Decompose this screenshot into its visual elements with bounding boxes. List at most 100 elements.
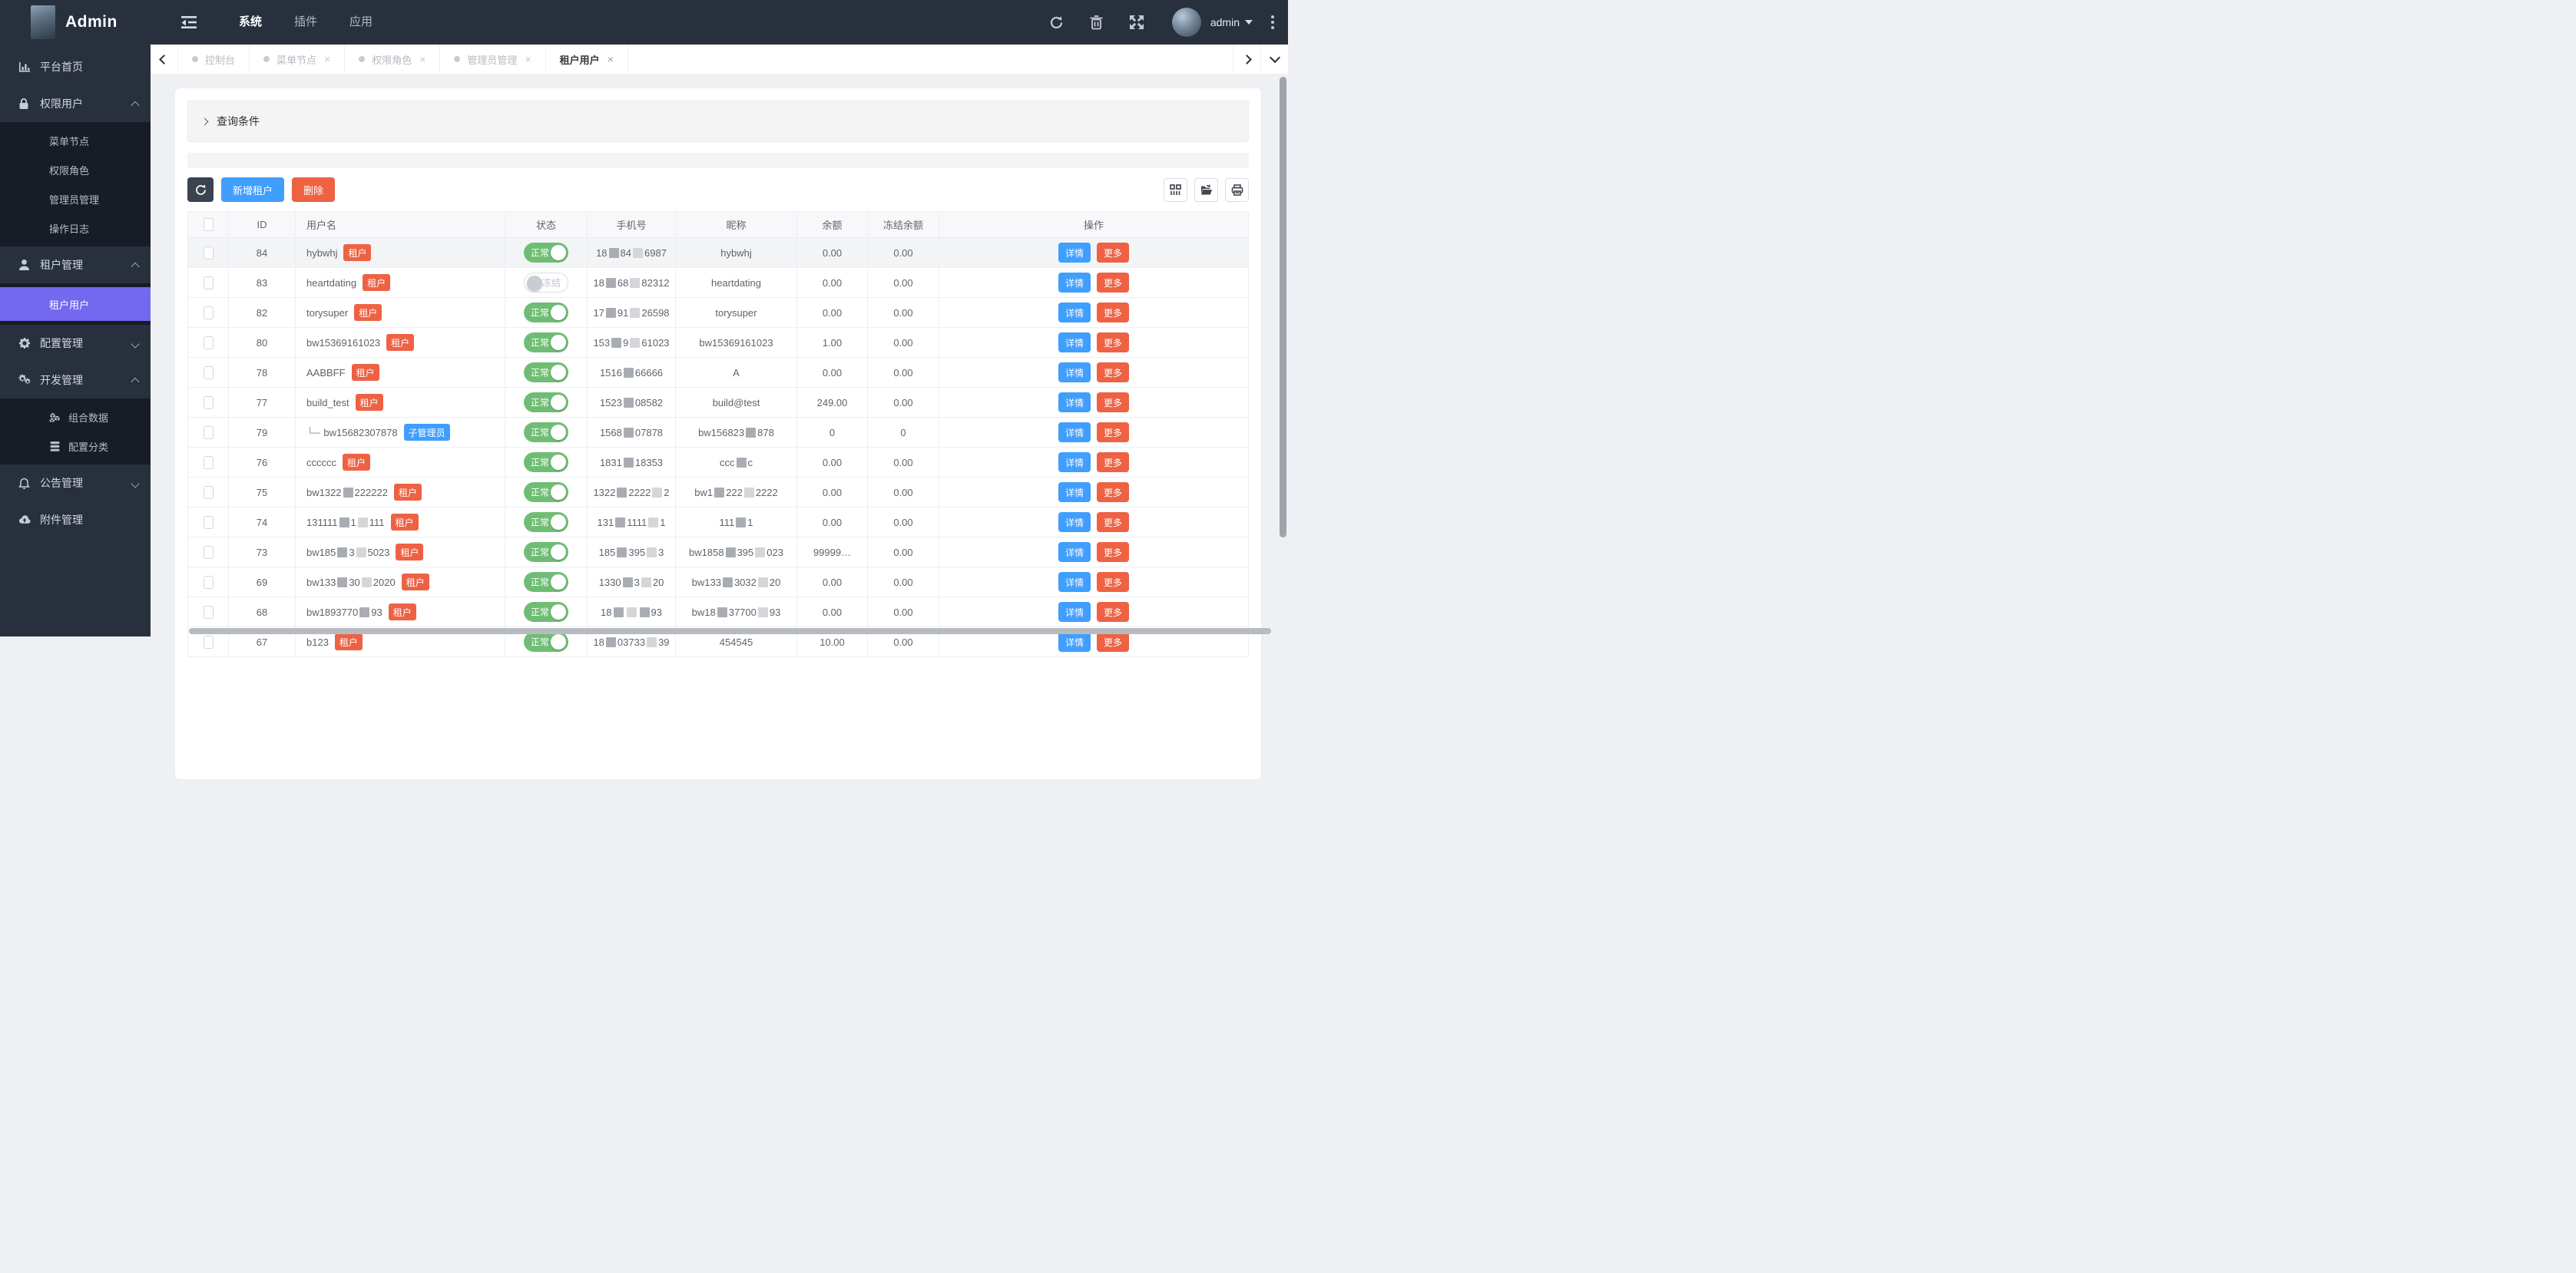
more-button[interactable]: 更多 xyxy=(1097,602,1129,622)
tab-close-icon[interactable]: × xyxy=(608,54,614,64)
status-toggle[interactable]: 正常 xyxy=(524,632,568,652)
sidebar-item-开发管理[interactable]: 开发管理 xyxy=(0,362,151,398)
more-button[interactable]: 更多 xyxy=(1097,422,1129,442)
sidebar-item-附件管理[interactable]: 附件管理 xyxy=(0,501,151,538)
row-checkbox[interactable] xyxy=(204,426,214,439)
row-checkbox[interactable] xyxy=(204,546,214,559)
export-icon[interactable] xyxy=(1194,178,1218,202)
detail-button[interactable]: 详情 xyxy=(1058,332,1091,352)
tabs-scroll-left-icon[interactable] xyxy=(151,45,178,74)
sidebar-subitem-管理员管理[interactable]: 管理员管理 xyxy=(0,184,151,213)
top-menu-item-1[interactable]: 系统 xyxy=(223,0,278,45)
trash-icon[interactable] xyxy=(1081,7,1112,38)
vertical-scrollbar[interactable] xyxy=(1280,77,1286,537)
sidebar-subitem-配置分类[interactable]: 配置分类 xyxy=(0,431,151,461)
more-button[interactable]: 更多 xyxy=(1097,632,1129,652)
detail-button[interactable]: 详情 xyxy=(1058,542,1091,562)
status-toggle[interactable]: 正常 xyxy=(524,602,568,622)
sidebar-subitem-租户用户[interactable]: 租户用户 xyxy=(0,287,151,321)
detail-button[interactable]: 详情 xyxy=(1058,243,1091,263)
user-menu[interactable]: admin xyxy=(1210,16,1253,28)
more-button[interactable]: 更多 xyxy=(1097,542,1129,562)
user-avatar[interactable] xyxy=(1172,8,1201,37)
detail-button[interactable]: 详情 xyxy=(1058,482,1091,502)
tab-5[interactable]: 租户用户× xyxy=(546,45,628,74)
detail-button[interactable]: 详情 xyxy=(1058,512,1091,532)
tab-close-icon[interactable]: × xyxy=(525,54,531,64)
row-checkbox[interactable] xyxy=(204,636,214,649)
more-button[interactable]: 更多 xyxy=(1097,392,1129,412)
row-checkbox[interactable] xyxy=(204,306,214,319)
query-conditions-panel[interactable]: 查询条件 xyxy=(187,101,1249,142)
more-button[interactable]: 更多 xyxy=(1097,332,1129,352)
status-toggle[interactable]: 正常 xyxy=(524,303,568,322)
detail-button[interactable]: 详情 xyxy=(1058,362,1091,382)
tabs-scroll-right-icon[interactable] xyxy=(1233,45,1260,74)
detail-button[interactable]: 详情 xyxy=(1058,572,1091,592)
sidebar-item-租户管理[interactable]: 租户管理 xyxy=(0,246,151,283)
more-button[interactable]: 更多 xyxy=(1097,273,1129,293)
row-checkbox[interactable] xyxy=(204,366,214,379)
sidebar-item-配置管理[interactable]: 配置管理 xyxy=(0,325,151,362)
sidebar-collapse-icon[interactable] xyxy=(181,15,197,29)
more-button[interactable]: 更多 xyxy=(1097,482,1129,502)
more-button[interactable]: 更多 xyxy=(1097,362,1129,382)
detail-button[interactable]: 详情 xyxy=(1058,392,1091,412)
tab-close-icon[interactable]: × xyxy=(419,54,425,64)
status-toggle[interactable]: 正常 xyxy=(524,332,568,352)
status-toggle[interactable]: 正常 xyxy=(524,572,568,592)
sidebar-subitem-组合数据[interactable]: 组合数据 xyxy=(0,402,151,431)
row-checkbox[interactable] xyxy=(204,276,214,289)
sidebar-subitem-操作日志[interactable]: 操作日志 xyxy=(0,213,151,243)
more-button[interactable]: 更多 xyxy=(1097,452,1129,472)
sidebar-item-公告管理[interactable]: 公告管理 xyxy=(0,465,151,501)
detail-button[interactable]: 详情 xyxy=(1058,273,1091,293)
print-icon[interactable] xyxy=(1225,178,1249,202)
status-toggle[interactable]: 正常 xyxy=(524,362,568,382)
more-button[interactable]: 更多 xyxy=(1097,243,1129,263)
row-checkbox[interactable] xyxy=(204,576,214,589)
delete-button[interactable]: 删除 xyxy=(292,177,335,202)
status-toggle[interactable]: 正常 xyxy=(524,422,568,442)
status-toggle[interactable]: 正常 xyxy=(524,243,568,263)
row-checkbox[interactable] xyxy=(204,486,214,499)
more-button[interactable]: 更多 xyxy=(1097,512,1129,532)
detail-button[interactable]: 详情 xyxy=(1058,422,1091,442)
sidebar-item-平台首页[interactable]: 平台首页 xyxy=(0,48,151,85)
more-button[interactable]: 更多 xyxy=(1097,572,1129,592)
columns-icon[interactable] xyxy=(1164,178,1187,202)
row-checkbox[interactable] xyxy=(204,516,214,529)
row-checkbox[interactable] xyxy=(204,336,214,349)
status-toggle[interactable]: 正常 xyxy=(524,482,568,502)
detail-button[interactable]: 详情 xyxy=(1058,303,1091,322)
tab-1[interactable]: 控制台 xyxy=(178,45,250,74)
fullscreen-icon[interactable] xyxy=(1121,7,1152,38)
add-tenant-button[interactable]: 新增租户 xyxy=(221,177,284,202)
top-menu-item-2[interactable]: 插件 xyxy=(278,0,333,45)
kebab-menu-icon[interactable] xyxy=(1268,11,1277,34)
sidebar-subitem-菜单节点[interactable]: 菜单节点 xyxy=(0,126,151,155)
detail-button[interactable]: 详情 xyxy=(1058,602,1091,622)
row-checkbox[interactable] xyxy=(204,606,214,619)
status-toggle[interactable]: 冻结 xyxy=(524,273,568,293)
tabs-dropdown-icon[interactable] xyxy=(1260,45,1288,74)
row-checkbox[interactable] xyxy=(204,456,214,469)
tab-close-icon[interactable]: × xyxy=(324,54,330,64)
top-menu-item-3[interactable]: 应用 xyxy=(333,0,389,45)
row-checkbox[interactable] xyxy=(204,246,214,260)
tab-4[interactable]: 管理员管理× xyxy=(440,45,545,74)
tab-2[interactable]: 菜单节点× xyxy=(250,45,345,74)
status-toggle[interactable]: 正常 xyxy=(524,452,568,472)
select-all-checkbox[interactable] xyxy=(204,218,214,231)
more-button[interactable]: 更多 xyxy=(1097,303,1129,322)
tab-3[interactable]: 权限角色× xyxy=(345,45,440,74)
horizontal-scrollbar[interactable] xyxy=(189,628,1271,634)
detail-button[interactable]: 详情 xyxy=(1058,452,1091,472)
refresh-table-button[interactable] xyxy=(187,177,214,202)
status-toggle[interactable]: 正常 xyxy=(524,392,568,412)
sidebar-item-权限用户[interactable]: 权限用户 xyxy=(0,85,151,122)
row-checkbox[interactable] xyxy=(204,396,214,409)
status-toggle[interactable]: 正常 xyxy=(524,512,568,532)
sidebar-subitem-权限角色[interactable]: 权限角色 xyxy=(0,155,151,184)
refresh-icon[interactable] xyxy=(1041,7,1072,38)
